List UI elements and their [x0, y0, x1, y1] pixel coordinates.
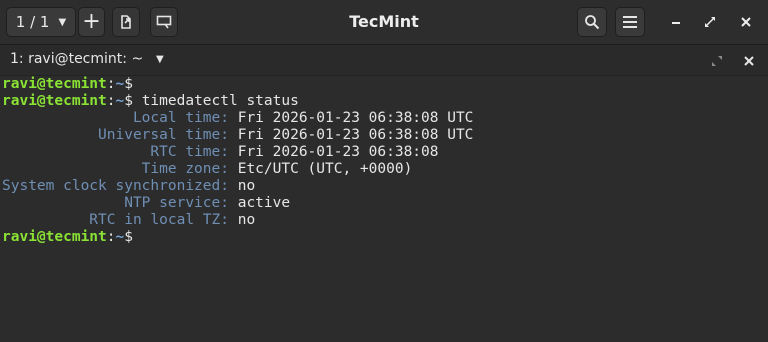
field-value: Etc/UTC (UTC, +0000)	[228, 161, 413, 177]
output-line: NTP service: active	[2, 195, 290, 212]
field-value: no	[228, 212, 256, 228]
output-line: RTC in local TZ: no	[2, 212, 255, 229]
tab-switcher-button[interactable]: 1 / 1 ▼	[6, 7, 76, 37]
output-line: Local time: Fri 2026-01-23 06:38:08 UTC	[2, 110, 473, 127]
prompt-dollar: $	[124, 93, 133, 109]
prompt-dollar: $	[124, 76, 133, 92]
minimize-button[interactable]	[664, 10, 688, 34]
field-value: no	[228, 178, 256, 194]
tab-bar: 1: ravi@tecmint: ~ ▼	[0, 45, 768, 76]
prompt-user: ravi@tecmint	[2, 76, 107, 92]
field-value: active	[228, 195, 291, 211]
tab-title[interactable]: 1: ravi@tecmint: ~	[10, 51, 143, 67]
menu-button[interactable]	[615, 7, 645, 37]
plus-icon: +	[82, 9, 101, 34]
search-button[interactable]	[577, 7, 607, 37]
read-only-icon	[156, 15, 172, 29]
prompt-colon: :	[106, 93, 116, 109]
output-line: Time zone: Etc/UTC (UTC, +0000)	[2, 161, 413, 178]
field-label: Universal time:	[2, 127, 229, 143]
prompt-user: ravi@tecmint	[2, 229, 107, 245]
field-value: Fri 2026-01-23 06:38:08	[228, 144, 439, 160]
command-text: timedatectl status	[132, 93, 299, 109]
terminal-output[interactable]: ravi@tecmint:~$ ravi@tecmint:~$ timedate…	[0, 76, 768, 342]
tab-close-icon[interactable]	[740, 52, 758, 70]
prompt-user: ravi@tecmint	[2, 93, 107, 109]
header-bar: 1 / 1 ▼ + TecMint	[0, 0, 768, 45]
field-value: Fri 2026-01-23 06:38:08 UTC	[228, 110, 474, 126]
read-only-button[interactable]	[150, 7, 178, 37]
prompt-path: ~	[115, 229, 125, 245]
output-line: RTC time: Fri 2026-01-23 06:38:08	[2, 144, 439, 161]
minimize-icon	[672, 22, 680, 24]
tab-menu-caret-icon[interactable]: ▼	[156, 54, 164, 65]
prompt-colon: :	[106, 229, 116, 245]
prompt-path: ~	[115, 93, 125, 109]
maximize-button[interactable]	[698, 10, 722, 34]
detach-tab-button[interactable]	[112, 7, 140, 37]
restore-tab-icon[interactable]	[709, 53, 725, 69]
prompt-path: ~	[115, 76, 125, 92]
field-value: Fri 2026-01-23 06:38:08 UTC	[228, 127, 474, 143]
prompt-colon: :	[106, 76, 116, 92]
field-label: RTC in local TZ:	[2, 212, 229, 228]
field-label: Local time:	[2, 110, 229, 126]
close-button[interactable]	[734, 10, 758, 34]
close-icon	[741, 17, 751, 27]
field-label: RTC time:	[2, 144, 229, 160]
field-label: Time zone:	[2, 161, 229, 177]
maximize-icon	[705, 17, 715, 27]
prompt-line: ravi@tecmint:~$	[2, 229, 133, 246]
prompt-dollar: $	[124, 229, 133, 245]
prompt-line: ravi@tecmint:~$	[2, 76, 133, 93]
hamburger-menu-icon	[623, 16, 637, 28]
search-icon	[585, 15, 600, 30]
new-tab-button[interactable]: +	[78, 7, 105, 37]
field-label: NTP service:	[2, 195, 229, 211]
field-label: System clock synchronized:	[2, 178, 229, 194]
terminal-window: 1 / 1 ▼ + TecMint 1: ravi@tecmint: ~ ▼ r…	[0, 0, 768, 342]
output-line: System clock synchronized: no	[2, 178, 255, 195]
command-line: ravi@tecmint:~$ timedatectl status	[2, 93, 299, 110]
caret-down-icon: ▼	[58, 16, 67, 28]
tab-counter-label: 1 / 1	[15, 13, 50, 31]
window-title: TecMint	[349, 12, 419, 31]
detach-tab-icon	[121, 15, 131, 29]
output-line: Universal time: Fri 2026-01-23 06:38:08 …	[2, 127, 473, 144]
